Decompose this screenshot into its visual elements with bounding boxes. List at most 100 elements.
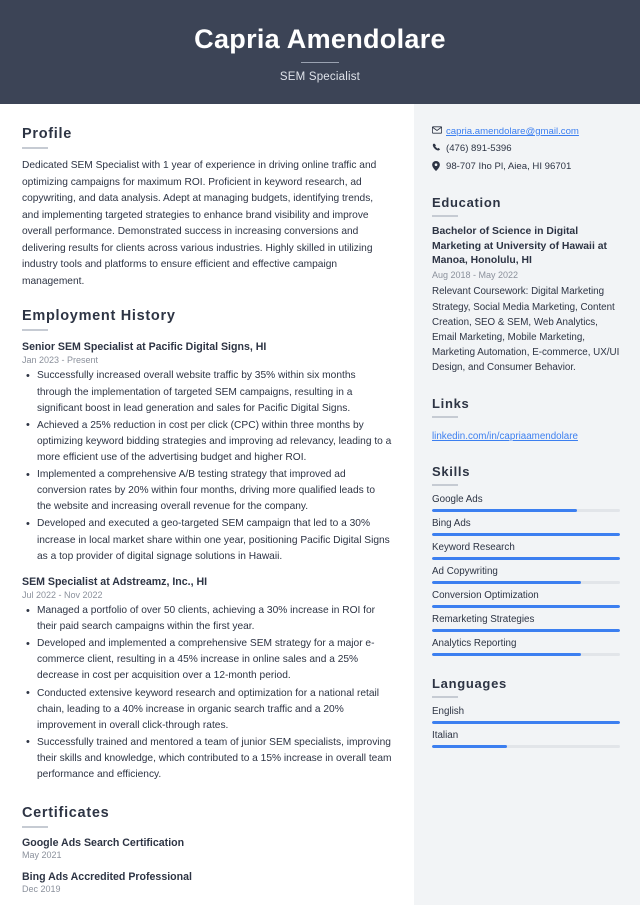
skill-bar-fill [432,556,620,560]
job-bullet: Conducted extensive keyword research and… [22,685,392,734]
section-skills: Skills Google Ads Bing Ads Keyword Resea… [432,464,620,656]
skill-bar-track [432,580,620,584]
linkedin-link[interactable]: linkedin.com/in/capriaamendolare [432,431,578,442]
section-divider [432,215,458,218]
section-divider [432,483,458,486]
main-column: Profile Dedicated SEM Specialist with 1 … [0,104,414,905]
language-item: English [432,706,620,724]
header-job-title: SEM Specialist [279,70,361,83]
language-item: Italian [432,730,620,748]
resume-body: Profile Dedicated SEM Specialist with 1 … [0,104,640,905]
certificate-date: May 2021 [22,850,62,861]
skill-label: Bing Ads [432,517,471,529]
job-entry: SEM Specialist at Adstreamz, Inc., HI Ju… [22,575,392,784]
certificate-item: Google Ads Search Certification May 2021 [22,837,392,860]
education-degree: Bachelor of Science in Digital Marketing… [432,226,607,267]
skill-bar-track [432,508,620,512]
job-bullet: Managed a portfolio of over 50 clients, … [22,603,392,635]
job-bullet: Developed and implemented a comprehensiv… [22,636,392,684]
profile-text: Dedicated SEM Specialist with 1 year of … [22,160,377,287]
skill-item: Bing Ads [432,518,620,536]
job-dates: Jan 2023 - Present [22,355,99,366]
section-divider [22,826,48,829]
section-divider [432,415,458,418]
language-bar-fill [432,720,620,724]
skill-bar-fill [432,532,620,536]
skill-label: Remarketing Strategies [432,613,535,625]
section-divider [22,147,48,149]
section-certificates: Certificates Google Ads Search Certifica… [22,805,392,894]
resume-header: Capria Amendolare SEM Specialist [0,0,640,104]
skill-label: Ad Copywriting [432,565,498,577]
skill-bar-track [432,556,620,560]
section-heading-employment: Employment History [22,308,176,325]
section-heading-profile: Profile [22,126,73,142]
section-links: Links linkedin.com/in/capriaamendolare [432,396,620,444]
skill-bar-fill [432,604,620,608]
skill-bar-track [432,652,620,656]
section-education: Education Bachelor of Science in Digital… [432,195,620,375]
header-divider [301,61,339,63]
job-title: Senior SEM Specialist at Pacific Digital… [22,341,267,354]
contact-details: capria.amendolare@gmail.com (476) 891-53… [432,126,620,173]
certificate-name: Google Ads Search Certification [22,837,185,850]
phone-icon [432,143,446,152]
sidebar-column: capria.amendolare@gmail.com (476) 891-53… [414,104,640,905]
email-icon [432,126,446,134]
email-link[interactable]: capria.amendolare@gmail.com [446,126,579,138]
phone-number: (476) 891-5396 [446,143,512,155]
job-bullet: Implemented a comprehensive A/B testing … [22,467,392,515]
skill-bar-track [432,628,620,632]
section-heading-links: Links [432,395,470,411]
certificate-date: Dec 2019 [22,884,61,895]
contact-address-row: 98-707 Iho Pl, Aiea, HI 96701 [432,160,620,173]
job-entry: Senior SEM Specialist at Pacific Digital… [22,340,392,565]
skill-label: Conversion Optimization [432,589,539,601]
job-title: SEM Specialist at Adstreamz, Inc., HI [22,575,208,588]
language-bar-fill [432,744,508,748]
skill-item: Analytics Reporting [432,638,620,656]
skill-label: Google Ads [432,493,483,505]
section-divider [22,329,48,332]
skill-item: Remarketing Strategies [432,614,620,632]
job-dates: Jul 2022 - Nov 2022 [22,590,103,601]
certificate-item: Bing Ads Accredited Professional Dec 201… [22,871,392,894]
section-divider [432,695,458,698]
section-languages: Languages English Italian [432,676,620,748]
skill-item: Keyword Research [432,542,620,560]
section-heading-education: Education [432,195,502,211]
skill-bar-fill [432,508,577,512]
skill-item: Conversion Optimization [432,590,620,608]
skill-bar-fill [432,580,581,584]
skill-label: Keyword Research [432,541,515,553]
page-title: Capria Amendolare [194,24,446,55]
section-profile: Profile Dedicated SEM Specialist with 1 … [22,126,392,290]
skill-bar-track [432,532,620,536]
skill-item: Google Ads [432,494,620,512]
section-heading-skills: Skills [432,463,471,479]
job-bullet: Successfully increased overall website t… [22,368,392,416]
skill-item: Ad Copywriting [432,566,620,584]
language-bar-track [432,720,620,724]
job-bullet: Achieved a 25% reduction in cost per cli… [22,417,392,466]
job-bullet: Developed and executed a geo-targeted SE… [22,516,392,564]
language-bar-track [432,744,620,748]
certificate-name: Bing Ads Accredited Professional [22,871,192,884]
resume-page: Capria Amendolare SEM Specialist Profile… [0,0,640,905]
address-text: 98-707 Iho Pl, Aiea, HI 96701 [446,160,572,172]
language-label: English [432,705,465,717]
section-heading-certificates: Certificates [22,805,110,822]
job-bullets: Successfully increased overall website t… [22,368,392,564]
job-bullets: Managed a portfolio of over 50 clients, … [22,603,392,783]
skill-bar-fill [432,628,620,632]
contact-phone-row: (476) 891-5396 [432,143,620,155]
section-heading-languages: Languages [432,675,507,691]
skill-label: Analytics Reporting [432,637,517,649]
education-dates: Aug 2018 - May 2022 [432,270,519,281]
skill-bar-track [432,604,620,608]
skill-bar-fill [432,652,581,656]
education-description: Relevant Coursework: Digital Marketing S… [432,286,620,374]
location-pin-icon [432,160,446,171]
job-bullet: Successfully trained and mentored a team… [22,734,392,783]
section-employment-history: Employment History Senior SEM Specialist… [22,308,392,783]
